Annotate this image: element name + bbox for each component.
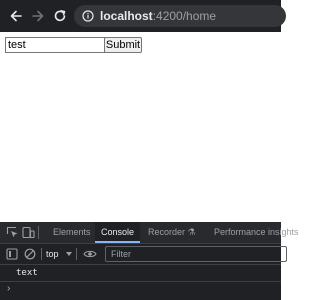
tab-recorder[interactable]: Recorder ⚗ <box>148 222 196 243</box>
filter-placeholder: Filter <box>111 249 131 259</box>
devtools-tab-bar: Elements Console Recorder ⚗ Performance … <box>0 222 299 244</box>
device-toolbar-icon[interactable] <box>22 226 35 239</box>
url-path: :4200/home <box>152 9 217 23</box>
address-bar[interactable]: localhost:4200/home <box>74 5 286 27</box>
url-text: localhost:4200/home <box>100 9 216 23</box>
toolbar-separator <box>76 248 77 260</box>
filter-input[interactable]: Filter <box>105 246 287 262</box>
console-message-text: text <box>16 268 38 278</box>
tab-divider <box>38 226 39 239</box>
site-info-icon[interactable] <box>82 10 94 22</box>
chevron-down-icon[interactable] <box>66 252 72 256</box>
url-host: localhost <box>100 9 153 23</box>
forward-arrow-icon[interactable] <box>30 8 46 24</box>
context-selector[interactable]: top <box>46 247 59 261</box>
page-content: Submit <box>0 32 281 222</box>
toolbar-separator <box>41 248 42 260</box>
text-input[interactable] <box>5 37 108 53</box>
eye-icon[interactable] <box>83 248 97 260</box>
console-toolbar: top Filter <box>0 244 287 265</box>
clear-console-icon[interactable] <box>24 248 36 260</box>
console-message: text <box>0 265 281 282</box>
console-prompt[interactable]: › <box>0 282 281 298</box>
sidebar-toggle-icon[interactable] <box>6 248 18 260</box>
submit-button[interactable]: Submit <box>104 37 142 53</box>
prompt-chevron-icon: › <box>7 283 11 294</box>
devtools-panel: Elements Console Recorder ⚗ Performance … <box>0 222 299 300</box>
back-arrow-icon[interactable] <box>8 8 24 24</box>
reload-icon[interactable] <box>52 8 68 24</box>
tab-console[interactable]: Console <box>95 222 141 243</box>
tab-elements[interactable]: Elements <box>53 222 91 243</box>
tab-performance-insights[interactable]: Performance insights <box>214 222 299 243</box>
browser-toolbar: localhost:4200/home <box>0 0 286 32</box>
inspect-element-icon[interactable] <box>6 226 19 239</box>
